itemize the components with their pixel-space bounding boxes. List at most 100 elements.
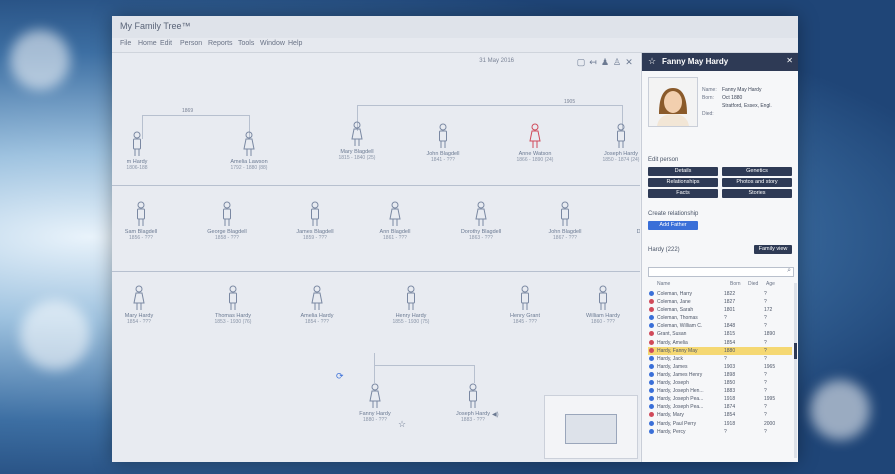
person-card[interactable]: Daniel B1870: [612, 201, 640, 241]
person-card[interactable]: William Hardy 1860 - ???: [568, 285, 638, 325]
add-father-button[interactable]: Add Father: [648, 221, 698, 230]
list-item[interactable]: Coleman, Thomas??: [648, 314, 792, 322]
list-item[interactable]: Hardy, Mary 1854?: [648, 411, 792, 419]
family-view-button[interactable]: Family view: [754, 245, 792, 254]
delete-icon[interactable]: ✕: [624, 57, 634, 67]
row-born: 1815: [724, 331, 736, 338]
person-card[interactable]: Anne Watson 1866 - 1890 (24): [500, 123, 570, 163]
people-list: Coleman, Harry 1822? Coleman, Jane 1827? Col…: [648, 290, 792, 436]
col-born[interactable]: Born: [730, 281, 741, 287]
list-item[interactable]: Hardy, Joseph Hen... 1883?: [648, 387, 792, 395]
menu-person[interactable]: Person: [180, 40, 202, 47]
col-died[interactable]: Died: [748, 281, 758, 287]
facts-button[interactable]: Facts: [648, 189, 718, 198]
male-person-icon: [568, 285, 638, 311]
relationships-button[interactable]: Relationships: [648, 178, 718, 187]
person-card[interactable]: John Blagdell 1867 - ???: [530, 201, 600, 241]
list-item[interactable]: Hardy, Joseph Pea... 1918 1995: [648, 395, 792, 403]
table-header: Name Born Died Age: [648, 281, 792, 289]
col-name[interactable]: Name: [657, 281, 670, 287]
person-card[interactable]: Thomas Hardy 1853 - 1930 (76): [198, 285, 268, 325]
person-card[interactable]: Amelia Lawson 1792 - 1880 (88): [214, 131, 284, 171]
refresh-icon[interactable]: ⟳: [336, 371, 344, 382]
person-card[interactable]: Henry Grant 1845 - ???: [490, 285, 560, 325]
person-card[interactable]: Mary Blagdell 1815 - 1840 (25): [322, 121, 392, 161]
person-dates: 1859 - ???: [303, 235, 327, 241]
person-card[interactable]: Amelia Hardy 1854 - ???: [282, 285, 352, 325]
male-person-icon: [192, 201, 262, 227]
list-item[interactable]: Hardy, Joseph Pea... 1874?: [648, 403, 792, 411]
list-item[interactable]: Hardy, Joseph 1850?: [648, 379, 792, 387]
search-input[interactable]: ⌕: [648, 267, 794, 277]
list-item[interactable]: Hardy, Fanny May 1880?: [648, 346, 792, 355]
list-item[interactable]: Hardy, James Henry 1898?: [648, 371, 792, 379]
panel-header: ☆ Fanny May Hardy ✕: [642, 53, 798, 71]
create-relationship-label: Create relationship: [648, 211, 699, 217]
menu-reports[interactable]: Reports: [208, 40, 233, 47]
gender-icon: [649, 388, 654, 394]
gender-icon: [649, 291, 654, 296]
star-icon[interactable]: ☆: [648, 56, 656, 67]
person-card[interactable]: m Hardy 1806-188: [112, 131, 172, 171]
list-item[interactable]: Coleman, William C. 1848?: [648, 322, 792, 330]
photos-story-button[interactable]: Photos and story: [722, 178, 792, 187]
tree-canvas[interactable]: 31 May 2016 ▢ ↤ ♟ ♙ ✕ 1869 1905 m Hardy 1…: [112, 53, 640, 462]
back-arrow-icon[interactable]: ↤: [588, 57, 598, 67]
menu-home[interactable]: Home: [138, 40, 157, 47]
menu-bar: File Home Edit Person Reports Tools Wind…: [112, 38, 798, 53]
star-icon[interactable]: ☆: [398, 419, 406, 430]
close-icon[interactable]: ✕: [786, 56, 793, 65]
person-card[interactable]: Mary Hardy 1854 - ???: [112, 285, 174, 325]
gender-icon: [649, 331, 654, 337]
row-died: 172: [764, 307, 773, 314]
female-person-icon: [360, 201, 430, 227]
person-card[interactable]: Sam Blagdell 1856 - ???: [112, 201, 176, 241]
gender-icon: [649, 347, 654, 353]
menu-edit[interactable]: Edit: [160, 40, 172, 47]
menu-window[interactable]: Window: [260, 40, 285, 47]
portrait-image: [649, 78, 697, 126]
menu-tools[interactable]: Tools: [238, 40, 254, 47]
person-card[interactable]: Henry Hardy 1855 - 1930 (75): [376, 285, 446, 325]
person-icon[interactable]: ♟: [600, 57, 610, 67]
list-item[interactable]: Coleman, Sarah 1801 172: [648, 306, 792, 314]
list-item[interactable]: Hardy, James 1903 1965: [648, 363, 792, 371]
list-item[interactable]: Hardy, Paul Perry 1918 2000: [648, 420, 792, 428]
male-person-icon: [438, 383, 508, 409]
female-person-icon: [214, 131, 284, 157]
gender-icon: [649, 371, 654, 377]
person-card[interactable]: Joseph Hardy 1850 - 1874 (24): [586, 123, 640, 163]
list-item[interactable]: Grant, Susan 1815 1890: [648, 330, 792, 338]
menu-help[interactable]: Help: [288, 40, 302, 47]
list-item[interactable]: Hardy, Amelia 1854?: [648, 339, 792, 347]
person-photo[interactable]: [648, 77, 698, 127]
stories-button[interactable]: Stories: [722, 189, 792, 198]
details-button[interactable]: Details: [648, 167, 718, 176]
info-label: Name:: [702, 87, 717, 93]
person-card[interactable]: Dorothy Blagdell 1863 - ???: [446, 201, 516, 241]
audio-icon[interactable]: ◀): [492, 411, 499, 418]
list-item[interactable]: Coleman, Jane 1827?: [648, 298, 792, 306]
female-person-icon: [282, 285, 352, 311]
male-person-icon: [530, 201, 600, 227]
person-card[interactable]: John Blagdell 1841 - ???: [408, 123, 478, 163]
row-born: 1903: [724, 363, 736, 370]
calendar-icon[interactable]: ▢: [576, 57, 586, 67]
person-card[interactable]: Ann Blagdell 1861 - ???: [360, 201, 430, 241]
person-icon[interactable]: ♙: [612, 57, 622, 67]
info-value: Stratford, Essex, Engl.: [722, 103, 772, 109]
window-title: My Family Tree™: [120, 21, 191, 31]
genetics-button[interactable]: Genetics: [722, 167, 792, 176]
gender-icon: [649, 307, 654, 313]
list-item[interactable]: Hardy, Jack??: [648, 355, 792, 363]
mini-map[interactable]: [544, 395, 638, 459]
person-card[interactable]: George Blagdell 1858 - ???: [192, 201, 262, 241]
person-card[interactable]: James Blagdell 1859 - ???: [280, 201, 350, 241]
menu-file[interactable]: File: [120, 40, 131, 47]
col-age[interactable]: Age: [766, 281, 775, 287]
list-item[interactable]: Coleman, Harry 1822?: [648, 290, 792, 298]
list-scrollbar[interactable]: [794, 283, 797, 458]
person-card[interactable]: Fanny Hardy 1880 - ???: [340, 383, 410, 423]
list-item[interactable]: Hardy, Percy??: [648, 428, 792, 436]
row-born: ?: [724, 428, 727, 435]
